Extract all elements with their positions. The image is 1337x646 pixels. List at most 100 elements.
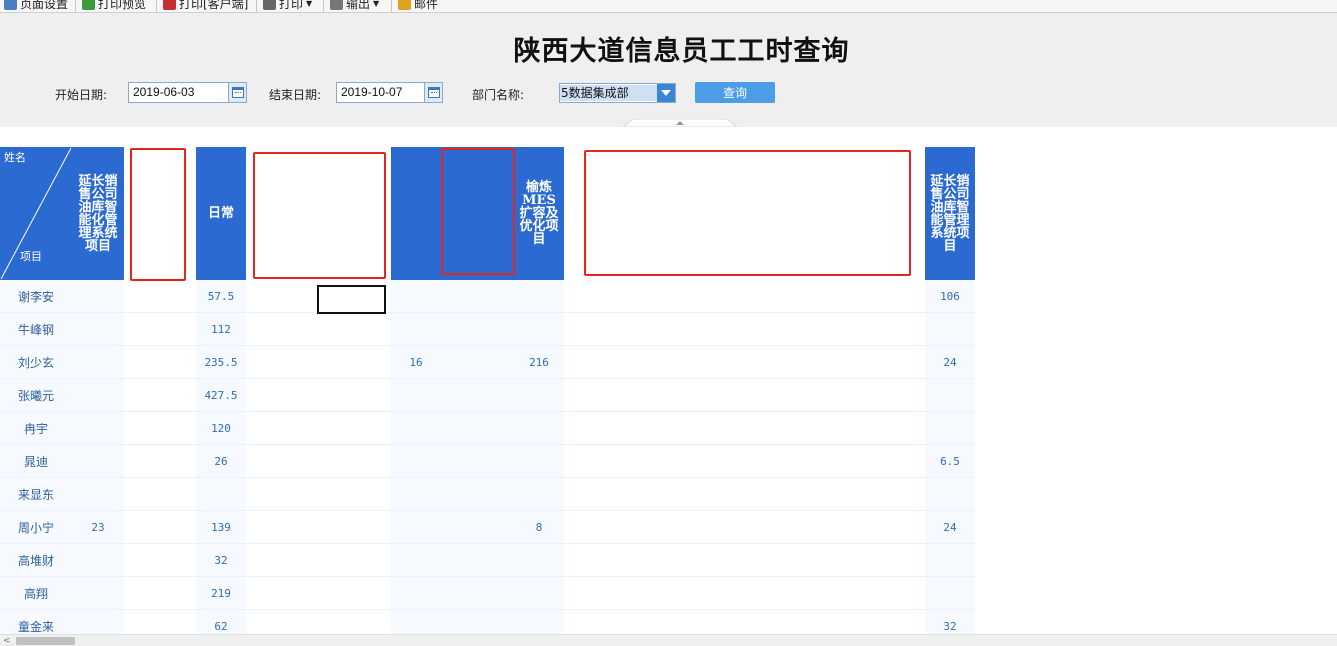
start-date-calendar-button[interactable] [228,82,247,103]
dropdown-arrow-button[interactable] [657,84,675,102]
employee-name-cell[interactable]: 谢李安 [0,280,72,313]
redaction-box [441,148,515,275]
hours-cell[interactable]: 8 [514,511,564,544]
row-divider [0,378,975,379]
chevron-down-icon: ▼ [373,0,380,8]
toolbar-separator [256,0,257,12]
hours-cell[interactable]: 57.5 [196,280,246,313]
toolbar-mail[interactable]: 邮件 [398,0,438,12]
hours-cell[interactable]: 216 [514,346,564,379]
toolbar-separator [156,0,157,12]
employee-name-cell[interactable]: 童金来 [0,610,72,634]
calendar-icon [427,87,440,98]
employee-name-cell[interactable]: 来显东 [0,478,72,511]
toolbar-separator [323,0,324,12]
hours-cell[interactable]: 235.5 [196,346,246,379]
column-header-c9: 延长销售公司油库智能管理系统项目 [925,147,975,280]
hours-cell[interactable]: 26 [196,445,246,478]
hours-cell[interactable]: 120 [196,412,246,445]
employee-name-cell[interactable]: 高堆财 [0,544,72,577]
column-header-c7: 榆炼MES扩容及优化项目 [514,147,564,280]
row-divider [0,477,975,478]
row-divider [0,312,975,313]
end-date-input[interactable]: 2019-10-07 [336,82,425,103]
column-header-c5 [391,147,441,280]
department-select-value: 5数据集成部 [560,85,659,101]
collapse-panel-toggle[interactable] [623,119,737,127]
redaction-box [130,148,186,281]
toolbar-page-setup-label: 页面设置 [20,0,69,11]
table-corner-header: 姓名 项目 [0,147,72,280]
column-header-label: 日常 [207,206,234,221]
redaction-box [584,150,911,276]
redaction-box [253,152,386,279]
query-button[interactable]: 查询 [695,82,775,103]
toolbar-print-preview[interactable]: 打印预览 [82,0,146,12]
toolbar-mail-label: 邮件 [414,0,439,11]
hours-cell[interactable]: 32 [196,544,246,577]
printer-icon [263,0,276,10]
chevron-down-icon: ▼ [306,0,313,8]
end-date-calendar-button[interactable] [424,82,443,103]
hours-cell[interactable]: 24 [925,511,975,544]
toolbar-separator [75,0,76,12]
toolbar-page-setup[interactable]: 页面设置 [4,0,68,12]
page-setup-icon [4,0,17,10]
column-background [441,280,514,634]
hours-cell[interactable]: 24 [925,346,975,379]
toolbar-print-client[interactable]: 打印[客户端] [163,0,248,12]
scroll-left-icon[interactable]: < [3,636,11,646]
mail-icon [398,0,411,10]
hours-cell[interactable]: 106 [925,280,975,313]
corner-project-label: 项目 [20,250,42,263]
hours-cell[interactable]: 16 [391,346,441,379]
start-date-input[interactable]: 2019-06-03 [128,82,229,103]
toolbar-export-label: 输出 [346,0,371,11]
department-select[interactable]: 5数据集成部 [559,83,676,103]
toolbar-separator [391,0,392,12]
column-header-c3: 日常 [196,147,246,280]
employee-name-cell[interactable]: 周小宁 [0,511,72,544]
hours-cell[interactable]: 219 [196,577,246,610]
row-divider [0,543,975,544]
export-icon [330,0,343,10]
column-background [72,280,124,634]
hours-cell[interactable]: 32 [925,610,975,634]
hours-cell[interactable]: 112 [196,313,246,346]
employee-name-cell[interactable]: 刘少玄 [0,346,72,379]
column-header-label: 延长销售公司油库智能管理系统项目 [930,173,970,254]
toolbar-print-client-label: 打印[客户端] [179,0,249,11]
toolbar-export[interactable]: 输出 ▼ [330,0,379,12]
toolbar-print-preview-label: 打印预览 [98,0,147,11]
column-background [514,280,564,634]
employee-name-cell[interactable]: 高翔 [0,577,72,610]
row-divider [0,411,975,412]
report-toolbar: 页面设置 打印预览 打印[客户端] 打印 ▼ 输出 ▼ 邮件 [0,0,1337,13]
employee-name-cell[interactable]: 牛峰钢 [0,313,72,346]
employee-name-cell[interactable]: 张曦元 [0,379,72,412]
toolbar-print[interactable]: 打印 ▼ [263,0,312,12]
corner-name-label: 姓名 [4,151,26,164]
employee-name-cell[interactable]: 冉宇 [0,412,72,445]
report-table-area: 姓名 项目 延长销售公司油库智能化管理系统项目 日常 榆炼MES扩容及优化项目 延长销… [0,127,1337,634]
column-header-label: 榆炼MES扩容及优化项目 [519,180,559,247]
row-divider [0,510,975,511]
calendar-icon [231,87,244,98]
row-divider [0,576,975,577]
query-panel: 陕西大道信息员工工时查询 开始日期: 2019-06-03 结束日期: 2019… [0,13,1337,127]
scrollbar-thumb[interactable] [16,637,75,645]
row-divider [0,444,975,445]
row-divider [0,609,975,610]
hours-cell[interactable]: 427.5 [196,379,246,412]
hours-cell[interactable]: 6.5 [925,445,975,478]
chevron-down-icon [661,90,671,96]
horizontal-scrollbar[interactable]: < [0,634,1337,646]
hours-cell[interactable]: 139 [196,511,246,544]
employee-name-cell[interactable]: 晁迪 [0,445,72,478]
selection-highlight-box [317,285,386,314]
department-label: 部门名称: [472,88,525,102]
column-background [391,280,441,634]
hours-cell[interactable]: 23 [72,511,124,544]
hours-cell[interactable]: 62 [196,610,246,634]
toolbar-print-label: 打印 [279,0,304,11]
